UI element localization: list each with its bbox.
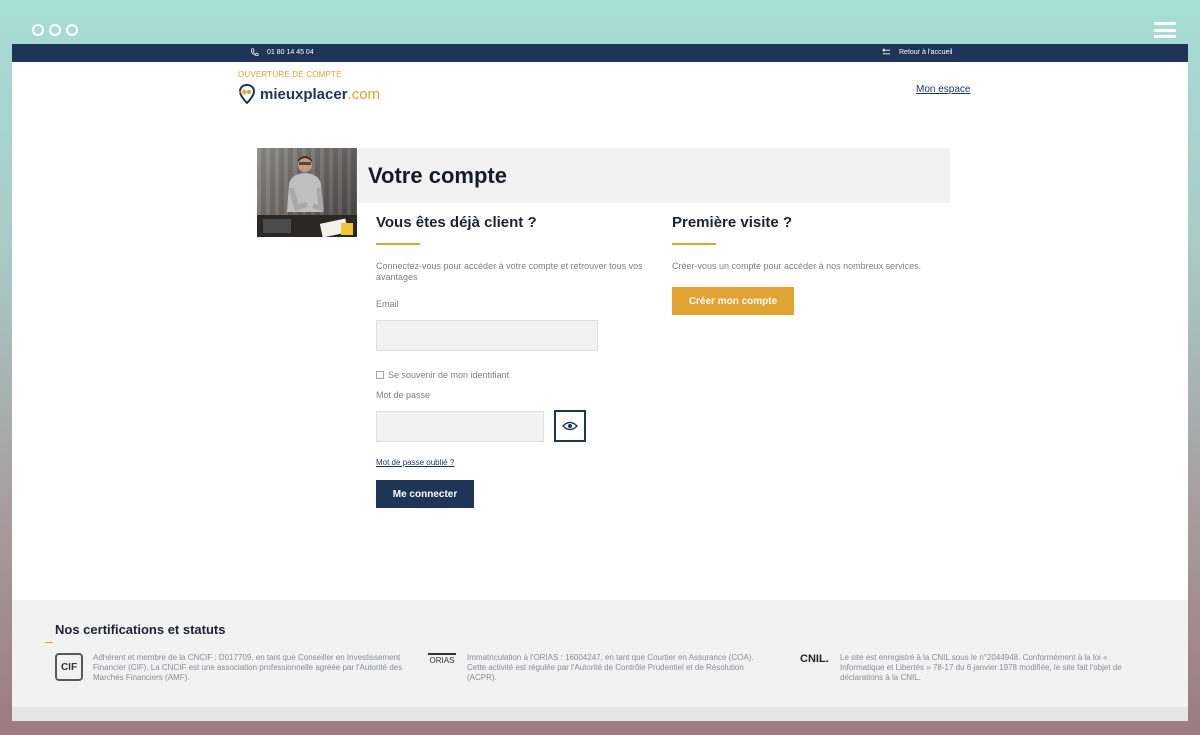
login-button[interactable]: Me connecter [376, 480, 474, 508]
top-bar: 01 80 14 45 04 Retour à l'accueil [12, 44, 1188, 62]
page-title: Votre compte [368, 163, 507, 188]
show-password-button[interactable] [554, 410, 586, 442]
footer-heading: Nos certifications et statuts [55, 622, 226, 637]
email-label: Email [376, 299, 399, 309]
phone-contact[interactable]: 01 80 14 45 04 [250, 48, 314, 57]
heading-underline [672, 243, 716, 245]
heading-underline [376, 243, 420, 245]
email-field[interactable] [376, 320, 598, 351]
signup-heading: Première visite ? [672, 214, 793, 231]
login-heading: Vous êtes déjà client ? [376, 214, 537, 231]
remember-label: Se souvenir de mon identifiant [388, 370, 510, 380]
signup-section: Première visite ? Créer-vous un compte p… [672, 214, 962, 315]
certifications-footer: Nos certifications et statuts CIF Adhére… [12, 600, 1188, 707]
window-controls [32, 24, 78, 36]
cif-logo-icon: CIF [55, 653, 83, 681]
cert-text: Immatriculation à l'ORIAS : 16004247, en… [467, 653, 754, 682]
cnil-logo-icon: CNIL. [800, 653, 829, 665]
site-logo[interactable]: mieuxplacer.com [238, 84, 380, 104]
password-field[interactable] [376, 411, 544, 442]
login-description: Connectez-vous pour accéder à votre comp… [376, 261, 643, 282]
forgot-password-link[interactable]: Mot de passe oublié ? [376, 458, 454, 467]
signup-description: Créer-vous un compte pour accéder à nos … [672, 261, 922, 271]
orias-logo-icon: ORIAS [427, 653, 457, 669]
menu-icon[interactable] [1154, 22, 1176, 38]
footer-bottom-strip [12, 707, 1188, 721]
cert-orias: ORIAS Immatriculation à l'ORIAS : 160042… [427, 653, 767, 683]
window-dot[interactable] [49, 24, 61, 36]
eye-icon [562, 421, 578, 431]
remember-me[interactable]: Se souvenir de mon identifiant [376, 370, 509, 380]
back-arrow-icon [882, 48, 891, 55]
create-account-button[interactable]: Créer mon compte [672, 287, 794, 315]
logo-tld: .com [347, 85, 381, 103]
browser-window: 01 80 14 45 04 Retour à l'accueil OUVERT… [12, 44, 1188, 721]
login-section: Vous êtes déjà client ? Connectez-vous p… [376, 214, 666, 508]
page-eyebrow: OUVERTURE DE COMPTE [238, 70, 342, 79]
window-dot[interactable] [66, 24, 78, 36]
hero-photo [257, 148, 357, 237]
home-link[interactable]: Retour à l'accueil [880, 48, 952, 56]
home-link-label: Retour à l'accueil [899, 48, 953, 56]
logo-name: mieuxplacer [260, 85, 348, 103]
cert-cif: CIF Adhérent et membre de la CNCIF : D01… [55, 653, 405, 683]
footer-rule [45, 642, 53, 643]
my-account-link[interactable]: Mon espace [916, 84, 970, 95]
cert-text: Le site est enregistré à la CNIL sous le… [840, 653, 1122, 682]
phone-number: 01 80 14 45 04 [267, 49, 314, 56]
window-dot[interactable] [32, 24, 44, 36]
title-band: Votre compte [357, 148, 950, 203]
password-label: Mot de passe [376, 390, 431, 400]
phone-icon [250, 48, 259, 56]
remember-checkbox[interactable] [376, 371, 384, 379]
logo-pin-icon [238, 84, 256, 104]
cert-text: Adhérent et membre de la CNCIF : D017709… [93, 653, 403, 682]
cert-cnil: CNIL. Le site est enregistré à la CNIL s… [800, 653, 1150, 683]
